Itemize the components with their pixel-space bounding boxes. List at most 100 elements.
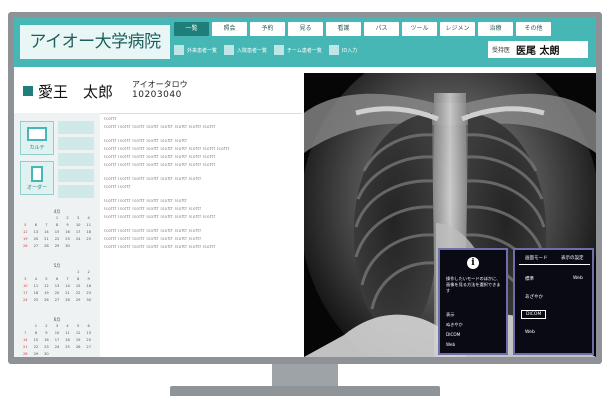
calendar-day[interactable]: 25 bbox=[31, 297, 42, 303]
calendar-day[interactable]: 20 bbox=[83, 337, 94, 343]
calendar-day[interactable]: 16 bbox=[83, 283, 94, 289]
calendar-day[interactable]: 7 bbox=[62, 276, 73, 282]
mode-option-dicom[interactable]: DICOM bbox=[521, 310, 547, 319]
calendar-day[interactable]: 4 bbox=[83, 215, 94, 221]
calendar-day[interactable]: 9 bbox=[41, 330, 52, 336]
calendar-day[interactable]: 29 bbox=[31, 351, 42, 357]
tab-4[interactable]: 看護 bbox=[326, 22, 361, 36]
calendar-day[interactable]: 13 bbox=[31, 229, 42, 235]
calendar-day[interactable]: 2 bbox=[62, 215, 73, 221]
calendar-day[interactable]: 12 bbox=[41, 283, 52, 289]
calendar-day[interactable]: 6 bbox=[52, 276, 63, 282]
calendar-day[interactable]: 5 bbox=[41, 276, 52, 282]
calendar-day[interactable]: 23 bbox=[41, 344, 52, 350]
calendar-day[interactable]: 26 bbox=[20, 243, 31, 249]
nav-slot[interactable] bbox=[58, 169, 94, 182]
calendar-day[interactable]: 30 bbox=[83, 297, 94, 303]
calendar-day[interactable]: 18 bbox=[62, 337, 73, 343]
tab-6[interactable]: ツール bbox=[402, 22, 437, 36]
calendar-day[interactable]: 27 bbox=[52, 297, 63, 303]
calendar-day[interactable]: 25 bbox=[62, 344, 73, 350]
calendar-day[interactable]: 6 bbox=[83, 323, 94, 329]
calendar-day[interactable]: 16 bbox=[62, 229, 73, 235]
calendar-day[interactable]: 23 bbox=[83, 290, 94, 296]
calendar-day[interactable]: 2 bbox=[83, 269, 94, 275]
calendar-day[interactable]: 22 bbox=[31, 344, 42, 350]
calendar-day[interactable]: 25 bbox=[83, 236, 94, 242]
calendar-day[interactable]: 18 bbox=[31, 290, 42, 296]
calendar-day[interactable]: 5 bbox=[20, 222, 31, 228]
calendar-day[interactable]: 24 bbox=[73, 236, 84, 242]
mode-option-web[interactable]: Web bbox=[573, 276, 583, 281]
menu-item[interactable]: Web bbox=[446, 342, 455, 347]
calendar-day[interactable]: 28 bbox=[62, 297, 73, 303]
calendar-day[interactable]: 16 bbox=[41, 337, 52, 343]
calendar-day[interactable]: 12 bbox=[73, 330, 84, 336]
calendar-day[interactable]: 9 bbox=[83, 276, 94, 282]
calendar-day[interactable]: 21 bbox=[62, 290, 73, 296]
calendar-day[interactable]: 11 bbox=[31, 283, 42, 289]
nav-slot[interactable] bbox=[58, 137, 94, 150]
patient-list-link[interactable]: 外来患者一覧 bbox=[174, 44, 217, 56]
calendar-day[interactable]: 10 bbox=[52, 330, 63, 336]
calendar-day[interactable]: 24 bbox=[52, 344, 63, 350]
nav-slot[interactable] bbox=[58, 121, 94, 134]
calendar-day[interactable]: 10 bbox=[20, 283, 31, 289]
calendar-day[interactable]: 6 bbox=[31, 222, 42, 228]
calendar-day[interactable]: 3 bbox=[73, 215, 84, 221]
calendar-day[interactable]: 27 bbox=[83, 344, 94, 350]
calendar-day[interactable]: 20 bbox=[31, 236, 42, 242]
menu-item[interactable]: 表示 bbox=[446, 312, 454, 318]
tab-1[interactable]: 照会 bbox=[212, 22, 247, 36]
calendar-day[interactable]: 14 bbox=[62, 283, 73, 289]
calendar-day[interactable]: 29 bbox=[73, 297, 84, 303]
nav-slot[interactable] bbox=[58, 153, 94, 166]
calendar-day[interactable]: 15 bbox=[31, 337, 42, 343]
calendar-day[interactable]: 18 bbox=[83, 229, 94, 235]
menu-item[interactable]: ぬきやか bbox=[446, 322, 463, 328]
calendar-day[interactable]: 1 bbox=[52, 215, 63, 221]
calendar-day[interactable]: 1 bbox=[31, 323, 42, 329]
calendar-day[interactable]: 20 bbox=[52, 290, 63, 296]
calendar-day[interactable]: 22 bbox=[52, 236, 63, 242]
calendar-day[interactable]: 26 bbox=[41, 297, 52, 303]
calendar-day[interactable]: 15 bbox=[73, 283, 84, 289]
calendar-day[interactable]: 28 bbox=[20, 351, 31, 357]
calendar-day[interactable]: 28 bbox=[41, 243, 52, 249]
calendar-day[interactable]: 30 bbox=[41, 351, 52, 357]
menu-item[interactable]: DICOM bbox=[446, 332, 460, 337]
tab-0[interactable]: 一覧 bbox=[174, 22, 209, 36]
calendar-day[interactable]: 13 bbox=[52, 283, 63, 289]
calendar-day[interactable]: 19 bbox=[41, 290, 52, 296]
tab-3[interactable]: 見る bbox=[288, 22, 323, 36]
calendar-day[interactable]: 3 bbox=[20, 276, 31, 282]
calendar-day[interactable]: 17 bbox=[20, 290, 31, 296]
tab-5[interactable]: パス bbox=[364, 22, 399, 36]
calendar-day[interactable]: 19 bbox=[73, 337, 84, 343]
calendar-day[interactable]: 13 bbox=[83, 330, 94, 336]
tab-9[interactable]: その他 bbox=[516, 22, 551, 36]
calendar-day[interactable]: 4 bbox=[62, 323, 73, 329]
calendar-day[interactable]: 4 bbox=[31, 276, 42, 282]
calendar-day[interactable]: 22 bbox=[73, 290, 84, 296]
calendar-day[interactable]: 17 bbox=[52, 337, 63, 343]
calendar-day[interactable]: 2 bbox=[41, 323, 52, 329]
calendar-day[interactable]: 29 bbox=[52, 243, 63, 249]
tab-2[interactable]: 予約 bbox=[250, 22, 285, 36]
calendar-day[interactable]: 9 bbox=[62, 222, 73, 228]
nav-slot[interactable] bbox=[58, 185, 94, 198]
calendar-day[interactable]: 19 bbox=[20, 236, 31, 242]
order-button[interactable]: オーダー bbox=[20, 161, 54, 195]
karte-button[interactable]: カルテ bbox=[20, 121, 54, 155]
calendar-day[interactable]: 14 bbox=[41, 229, 52, 235]
calendar-day[interactable]: 1 bbox=[73, 269, 84, 275]
calendar-day[interactable]: 8 bbox=[52, 222, 63, 228]
calendar-day[interactable]: 26 bbox=[73, 344, 84, 350]
calendar-day[interactable]: 7 bbox=[20, 330, 31, 336]
tab-8[interactable]: 治療 bbox=[478, 22, 513, 36]
calendar-day[interactable]: 17 bbox=[73, 229, 84, 235]
calendar-day[interactable]: 21 bbox=[20, 344, 31, 350]
calendar-day[interactable]: 21 bbox=[41, 236, 52, 242]
calendar-day[interactable]: 3 bbox=[52, 323, 63, 329]
patient-list-link[interactable]: ID入力 bbox=[328, 44, 357, 56]
